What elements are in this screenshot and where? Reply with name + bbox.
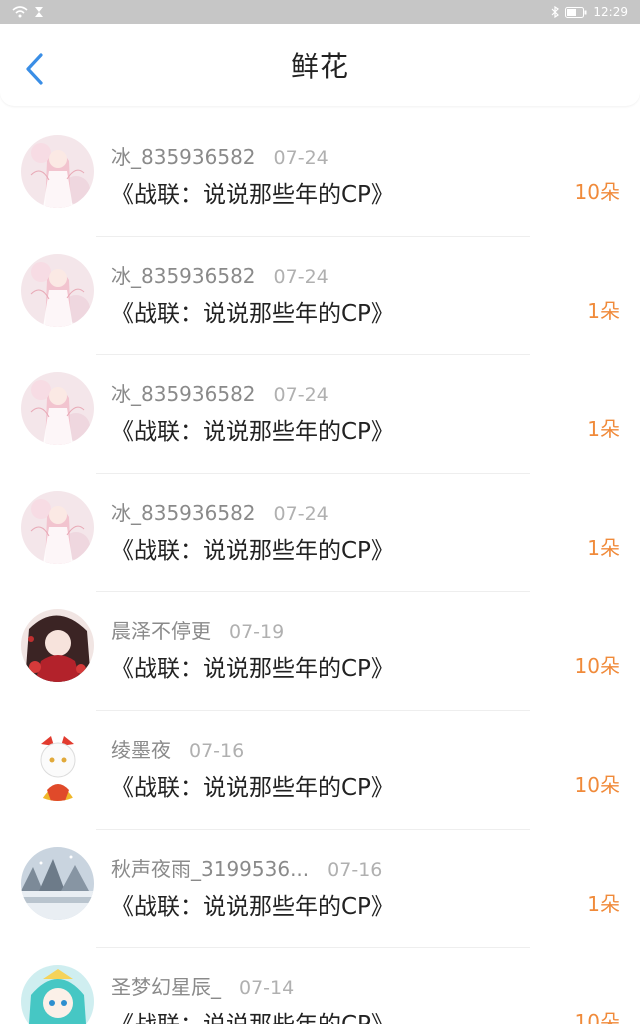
date: 07-24 bbox=[273, 265, 329, 288]
pink-girl-avatar bbox=[21, 135, 94, 208]
list-item[interactable]: 冰_835936582 07-24 《战联：说说那些年的CP》 1朵 bbox=[0, 355, 640, 474]
avatar[interactable] bbox=[21, 965, 94, 1024]
header: 鲜花 bbox=[0, 24, 640, 106]
username[interactable]: 冰_835936582 bbox=[111, 141, 256, 170]
username[interactable]: 圣梦幻星辰_ bbox=[111, 971, 221, 1000]
list-item[interactable]: 秋声夜雨_3199536... 07-16 《战联：说说那些年的CP》 1朵 bbox=[0, 830, 640, 949]
flower-amount: 10朵 bbox=[574, 180, 620, 204]
pink-girl-avatar bbox=[21, 372, 94, 446]
snow-landscape-avatar bbox=[21, 846, 94, 920]
battery-icon bbox=[565, 6, 587, 18]
back-button[interactable] bbox=[18, 52, 52, 86]
status-left bbox=[12, 6, 44, 18]
date: 07-24 bbox=[273, 147, 329, 169]
avatar[interactable] bbox=[21, 609, 94, 683]
work-title[interactable]: 《战联：说说那些年的CP》 bbox=[111, 531, 394, 565]
flower-amount: 1朵 bbox=[587, 298, 620, 323]
avatar[interactable] bbox=[21, 253, 94, 327]
avatar[interactable] bbox=[21, 372, 94, 446]
avatar[interactable] bbox=[21, 490, 94, 564]
flower-amount: 1朵 bbox=[587, 891, 620, 916]
flower-amount: 10朵 bbox=[574, 654, 620, 679]
flower-amount: 10朵 bbox=[574, 1010, 620, 1024]
flower-amount: 1朵 bbox=[587, 535, 620, 560]
date: 07-14 bbox=[239, 977, 295, 1000]
work-title[interactable]: 《战联：说说那些年的CP》 bbox=[111, 887, 394, 921]
item-meta: 绫墨夜 07-16 bbox=[111, 734, 244, 763]
chevron-left-icon bbox=[26, 53, 43, 85]
date: 07-19 bbox=[229, 621, 285, 644]
date: 07-16 bbox=[189, 739, 245, 762]
username[interactable]: 冰_835936582 bbox=[111, 378, 256, 407]
work-title[interactable]: 《战联：说说那些年的CP》 bbox=[111, 412, 394, 446]
status-right: 12:29 bbox=[551, 5, 628, 19]
flower-amount: 10朵 bbox=[574, 772, 620, 797]
avatar[interactable] bbox=[21, 727, 94, 801]
list-item[interactable]: 晨泽不停更 07-19 《战联：说说那些年的CP》 10朵 bbox=[0, 592, 640, 711]
item-meta: 秋声夜雨_3199536... 07-16 bbox=[111, 853, 382, 882]
date: 07-24 bbox=[273, 384, 329, 407]
teal-anime-avatar bbox=[21, 965, 94, 1024]
list-item[interactable]: 圣梦幻星辰_ 07-14 《战联：说说那些年的CP》 10朵 bbox=[0, 948, 640, 1024]
item-meta: 圣梦幻星辰_ 07-14 bbox=[111, 971, 294, 1000]
hourglass-icon bbox=[34, 6, 44, 18]
item-meta: 冰_835936582 07-24 bbox=[111, 378, 329, 407]
avatar[interactable] bbox=[21, 135, 94, 208]
item-meta: 冰_835936582 07-24 bbox=[111, 141, 329, 170]
date: 07-16 bbox=[327, 858, 383, 881]
item-meta: 晨泽不停更 07-19 bbox=[111, 615, 284, 644]
list-item[interactable]: 绫墨夜 07-16 《战联：说说那些年的CP》 10朵 bbox=[0, 711, 640, 830]
wifi-icon bbox=[12, 6, 28, 18]
username[interactable]: 秋声夜雨_3199536... bbox=[111, 853, 309, 882]
username[interactable]: 绫墨夜 bbox=[111, 734, 171, 763]
page-title: 鲜花 bbox=[290, 50, 349, 83]
work-title[interactable]: 《战联：说说那些年的CP》 bbox=[111, 294, 394, 328]
flower-list: 冰_835936582 07-24 《战联：说说那些年的CP》 10朵 冰_83593… bbox=[0, 118, 640, 1024]
work-title[interactable]: 《战联：说说那些年的CP》 bbox=[111, 768, 394, 802]
list-item[interactable]: 冰_835936582 07-24 《战联：说说那些年的CP》 1朵 bbox=[0, 474, 640, 593]
pink-girl-avatar bbox=[21, 490, 94, 564]
bluetooth-icon bbox=[551, 6, 560, 18]
item-meta: 冰_835936582 07-24 bbox=[111, 260, 329, 289]
username[interactable]: 冰_835936582 bbox=[111, 497, 256, 526]
status-bar: 12:29 bbox=[0, 0, 640, 24]
list-item[interactable]: 冰_835936582 07-24 《战联：说说那些年的CP》 1朵 bbox=[0, 237, 640, 356]
username[interactable]: 冰_835936582 bbox=[111, 260, 256, 289]
work-title[interactable]: 《战联：说说那些年的CP》 bbox=[111, 1005, 394, 1024]
username[interactable]: 晨泽不停更 bbox=[111, 615, 211, 644]
work-title[interactable]: 《战联：说说那些年的CP》 bbox=[111, 175, 394, 209]
chibi-girl-avatar bbox=[21, 727, 94, 801]
flower-amount: 1朵 bbox=[587, 417, 620, 442]
work-title[interactable]: 《战联：说说那些年的CP》 bbox=[111, 649, 394, 683]
item-meta: 冰_835936582 07-24 bbox=[111, 497, 329, 526]
dark-red-girl-avatar bbox=[21, 609, 94, 683]
pink-girl-avatar bbox=[21, 253, 94, 327]
clock-time: 12:29 bbox=[593, 5, 628, 19]
list-item[interactable]: 冰_835936582 07-24 《战联：说说那些年的CP》 10朵 bbox=[0, 118, 640, 237]
avatar[interactable] bbox=[21, 846, 94, 920]
date: 07-24 bbox=[273, 502, 329, 525]
